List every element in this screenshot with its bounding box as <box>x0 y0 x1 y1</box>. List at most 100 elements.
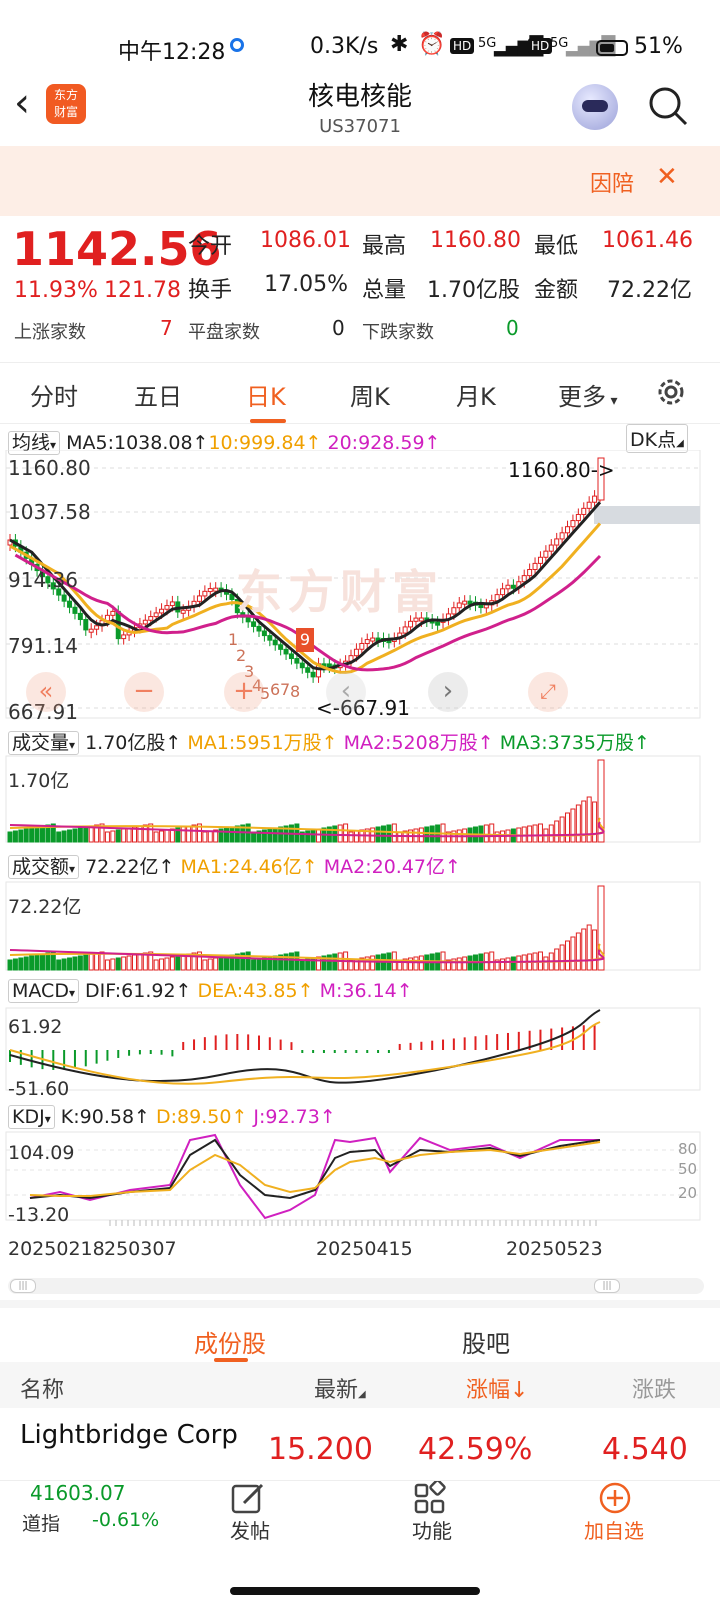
volume-bar <box>83 826 89 843</box>
candle-body <box>110 610 116 616</box>
volume-bar <box>159 830 165 843</box>
amount-bar <box>565 940 571 971</box>
kdj-k-line <box>29 1138 601 1200</box>
date-label: 250307 <box>104 1238 177 1260</box>
breadth-up-count: 7 <box>160 316 173 340</box>
candle-body <box>435 621 441 626</box>
candle-body <box>456 602 462 609</box>
amount-bar <box>543 956 549 971</box>
volume-bar <box>527 825 533 843</box>
candle-body <box>180 609 186 614</box>
tab-forum[interactable]: 股吧 <box>462 1324 510 1359</box>
amount-ma2: MA2:20.47亿↑ <box>323 856 461 878</box>
period-tabs: 分时 五日 日K 周K 月K 更多 ▾ <box>0 362 720 424</box>
candle-body <box>256 625 262 632</box>
tab-more[interactable]: 更多 ▾ <box>558 377 617 412</box>
stat-label: 金额 <box>534 278 579 303</box>
amount-bar <box>104 959 110 971</box>
home-indicator <box>230 1587 480 1595</box>
table-row[interactable]: Lightbridge Corp 15.200 42.59% 4.540 <box>0 1408 720 1480</box>
panel-frame <box>5 1131 701 1221</box>
stat-value-high: 1160.80 <box>430 228 521 253</box>
volume-bar <box>537 823 543 843</box>
range-handle-right[interactable]: ||| <box>594 1279 620 1293</box>
hd-icon: HD <box>450 38 475 54</box>
amount-bar <box>131 954 137 971</box>
tab-daily-k[interactable]: 日K <box>246 377 286 412</box>
col-change-pct[interactable]: 涨幅↓ <box>466 1372 528 1404</box>
volume-bar <box>77 827 83 843</box>
macd-selector[interactable]: MACD▾ <box>8 979 79 1003</box>
fullscreen-icon[interactable]: ⤢ <box>528 672 568 712</box>
dk-point-button[interactable]: DK点◢ <box>626 424 688 453</box>
index-name: 道指 <box>22 1513 61 1535</box>
volume-bar <box>570 808 576 843</box>
volume-bar <box>142 824 148 843</box>
volume-bar <box>229 826 235 843</box>
volume-bar <box>207 830 213 843</box>
candle-body <box>575 513 581 522</box>
amount-bar <box>207 958 213 971</box>
sort-icon: ◢ <box>358 1389 366 1400</box>
zoom-out-button[interactable]: − <box>124 672 164 712</box>
amount-bar <box>77 955 83 971</box>
volume-selector[interactable]: 成交量▾ <box>8 731 80 755</box>
candle-body <box>364 639 370 644</box>
banner-close-icon[interactable]: ✕ <box>656 162 678 192</box>
volume-bar <box>424 826 430 843</box>
amount-selector[interactable]: 成交额▾ <box>8 855 80 879</box>
candle-body <box>581 507 587 515</box>
tab-constituents[interactable]: 成份股 <box>194 1324 266 1359</box>
amount-bar <box>45 952 51 971</box>
volume-bar <box>483 824 489 843</box>
section-tabs: 成份股 股吧 <box>0 1300 720 1362</box>
volume-bar <box>375 826 381 843</box>
tab-intraday[interactable]: 分时 <box>30 377 78 412</box>
chart-range-scrollbar[interactable]: ||| ||| <box>8 1278 704 1294</box>
grid-icon <box>414 1479 446 1514</box>
tab-weekly-k[interactable]: 周K <box>350 377 390 412</box>
price-axis-label: 914.36 <box>8 568 78 592</box>
add-watchlist-button[interactable]: 加自选 <box>584 1481 664 1551</box>
amount-bar <box>56 959 62 971</box>
col-change[interactable]: 涨跌 <box>632 1372 676 1404</box>
volume-bar <box>34 826 40 843</box>
candle-body <box>67 600 73 608</box>
kdj-selector[interactable]: KDJ▾ <box>8 1105 55 1129</box>
active-tab-indicator <box>250 419 286 423</box>
volume-ma1: MA1:5951万股↑ <box>187 732 338 754</box>
scroll-left-button[interactable]: « <box>26 672 66 712</box>
index-value: 41603.07 <box>30 1481 126 1505</box>
range-handle-left[interactable]: ||| <box>10 1279 36 1293</box>
col-last[interactable]: 最新◢ <box>314 1372 366 1404</box>
robot-assistant-icon[interactable] <box>572 84 618 130</box>
tab-five-day[interactable]: 五日 <box>134 377 182 412</box>
candle-body <box>261 630 267 637</box>
banner-text: 因陪 <box>590 172 635 197</box>
zoom-in-button[interactable]: + <box>224 672 264 712</box>
col-name[interactable]: 名称 <box>20 1372 64 1404</box>
amount-bar <box>88 953 94 971</box>
candle-body <box>83 619 89 631</box>
post-button[interactable]: 发帖 <box>230 1481 270 1551</box>
tab-monthly-k[interactable]: 月K <box>456 377 496 412</box>
candle-body <box>548 544 554 552</box>
candle-body <box>505 584 511 590</box>
search-icon[interactable] <box>646 84 690 128</box>
amount-bar <box>159 958 165 971</box>
notice-banner[interactable]: 因陪 ✕ <box>0 146 720 216</box>
volume-selector-label: 成交量 <box>12 732 70 754</box>
candle-body <box>305 667 311 673</box>
quote-panel: 1142.56 11.93% 121.78 今开 1086.01 最高 1160… <box>0 216 720 362</box>
volume-axis-label: 1.70亿 <box>8 770 70 792</box>
step-right-button[interactable]: › <box>428 672 468 712</box>
candle-body <box>202 590 208 597</box>
amount-bar <box>326 954 332 971</box>
caret-down-icon: ▾ <box>69 862 76 876</box>
settings-gear-icon[interactable] <box>654 375 688 409</box>
amount-bar <box>516 955 522 971</box>
step-left-button[interactable]: ‹ <box>326 672 366 712</box>
functions-button[interactable]: 功能 <box>412 1479 452 1551</box>
breadth-label: 平盘家数 <box>188 322 260 343</box>
amount-bar <box>164 957 170 971</box>
